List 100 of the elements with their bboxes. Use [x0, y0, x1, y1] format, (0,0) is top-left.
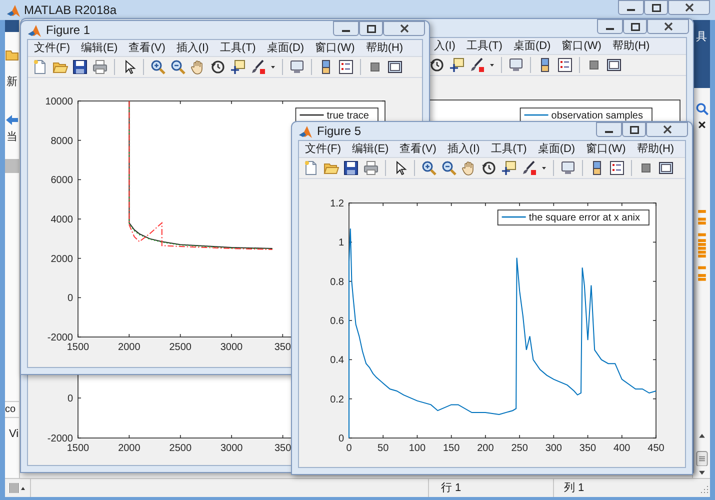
menu-item[interactable]: 桌面(D)	[513, 38, 551, 54]
menu-item[interactable]: 工具(T)	[466, 38, 502, 54]
restore-icon	[630, 126, 638, 134]
menu-item[interactable]: 插入(I)	[447, 141, 480, 158]
brush-icon[interactable]	[521, 160, 537, 176]
matlab-logo-icon	[27, 23, 41, 37]
menu-item[interactable]: 工具(T)	[490, 141, 527, 158]
minimize-icon	[342, 30, 350, 32]
window-icon[interactable]	[658, 160, 674, 176]
tick-label: 0	[67, 293, 73, 304]
restore-icon	[652, 4, 660, 12]
maximize-button[interactable]	[359, 21, 383, 36]
close-icon	[684, 3, 694, 12]
grip-icon[interactable]	[8, 480, 26, 496]
maximize-button[interactable]	[622, 122, 646, 137]
tick-label: 1.2	[330, 198, 344, 210]
tick-label: 0.6	[330, 316, 344, 327]
scroll-up-icon[interactable]	[696, 431, 706, 441]
legend-icon[interactable]	[338, 59, 354, 75]
back-arrow-icon[interactable]	[5, 112, 19, 126]
brush-icon[interactable]	[469, 57, 485, 73]
minimize-button[interactable]	[597, 19, 623, 34]
menu-item[interactable]: 帮助(H)	[612, 38, 650, 54]
legend-label: the square error at x anix	[528, 212, 640, 224]
menu-item[interactable]: 查看(V)	[128, 40, 166, 56]
data-cursor-icon[interactable]	[501, 160, 517, 176]
search-icon[interactable]	[694, 102, 708, 116]
monitor-icon[interactable]	[289, 59, 305, 75]
tick-label: 0.2	[330, 394, 344, 406]
folder-icon[interactable]	[5, 48, 19, 62]
data-cursor-icon[interactable]	[449, 57, 465, 73]
new-file-icon[interactable]	[32, 59, 48, 75]
window-title: Figure 1	[46, 22, 90, 39]
menu-item[interactable]: 插入(I)	[176, 40, 209, 56]
save-icon[interactable]	[72, 59, 88, 75]
tick-label: 400	[614, 443, 630, 454]
rotate-icon[interactable]	[429, 57, 445, 73]
panel-text: Vi	[8, 427, 19, 442]
data-cursor-icon[interactable]	[230, 59, 246, 75]
monitor-icon[interactable]	[560, 160, 576, 176]
tick-label: 50	[378, 443, 389, 454]
new-file-icon[interactable]	[303, 160, 319, 176]
zoom-out-icon[interactable]	[441, 160, 457, 176]
window-icon[interactable]	[606, 57, 622, 73]
legend-label: true trace	[326, 110, 369, 122]
save-icon[interactable]	[343, 160, 359, 176]
tick-label: 1	[338, 238, 344, 249]
resize-grip-icon[interactable]	[698, 483, 710, 495]
column-indicator: 列 1	[553, 479, 698, 497]
tick-label: -2000	[47, 434, 73, 444]
tick-label: 0	[346, 443, 352, 454]
menu-item[interactable]: 帮助(H)	[636, 141, 674, 158]
matlab-logo-icon	[298, 124, 312, 138]
menu-item[interactable]: 桌面(D)	[538, 141, 576, 158]
close-icon	[664, 22, 672, 31]
window-icon[interactable]	[387, 59, 403, 75]
print-icon[interactable]	[363, 160, 379, 176]
close-icon[interactable]	[696, 118, 708, 130]
tick-label: 200	[477, 443, 494, 454]
rotate-icon[interactable]	[481, 160, 497, 176]
zoom-out-icon[interactable]	[170, 59, 186, 75]
maximize-button[interactable]	[644, 0, 668, 15]
print-icon[interactable]	[92, 59, 108, 75]
tick-label: 0.4	[330, 355, 344, 366]
menu-item[interactable]: 窗口(W)	[315, 40, 355, 56]
scroll-thumb-icon[interactable]	[696, 450, 708, 466]
matlab-logo-icon	[6, 3, 20, 17]
maximize-button[interactable]	[623, 19, 647, 34]
brush-icon[interactable]	[250, 59, 266, 75]
warning-marks-drawing	[696, 210, 706, 282]
menu-item[interactable]: 帮助(H)	[366, 40, 404, 56]
menu-item[interactable]: 窗口(W)	[562, 38, 602, 54]
restore-icon	[366, 24, 376, 32]
zoom-in-icon[interactable]	[421, 160, 437, 176]
legend-icon[interactable]	[609, 160, 625, 176]
tick-label: 100	[408, 443, 426, 454]
menu-item[interactable]: 文件(F)	[34, 40, 70, 56]
tick-label: 6000	[50, 175, 73, 186]
close-button[interactable]	[668, 0, 710, 15]
menu-item[interactable]: 入(I)	[434, 38, 456, 54]
close-button[interactable]	[383, 21, 425, 36]
menu-item[interactable]: 工具(T)	[220, 40, 256, 56]
close-button[interactable]	[647, 19, 689, 34]
menu-item[interactable]: 桌面(D)	[266, 40, 304, 56]
rotate-icon[interactable]	[210, 59, 226, 75]
menu-item[interactable]: 查看(V)	[400, 141, 436, 158]
menu-item[interactable]: 编辑(E)	[352, 141, 389, 158]
tick-label: 2000	[118, 443, 140, 454]
zoom-in-icon[interactable]	[150, 59, 166, 75]
minimize-button[interactable]	[618, 0, 644, 15]
minimize-button[interactable]	[596, 122, 622, 137]
close-button[interactable]	[646, 122, 688, 137]
window-title: MATLAB R2018a	[24, 2, 116, 19]
legend-icon[interactable]	[557, 57, 573, 73]
tick-label: 4000	[50, 214, 73, 226]
menu-item[interactable]: 文件(F)	[305, 141, 342, 158]
menu-item[interactable]: 编辑(E)	[81, 40, 118, 56]
minimize-button[interactable]	[333, 21, 359, 36]
menu-item[interactable]: 窗口(W)	[586, 141, 626, 158]
monitor-icon[interactable]	[508, 57, 524, 73]
